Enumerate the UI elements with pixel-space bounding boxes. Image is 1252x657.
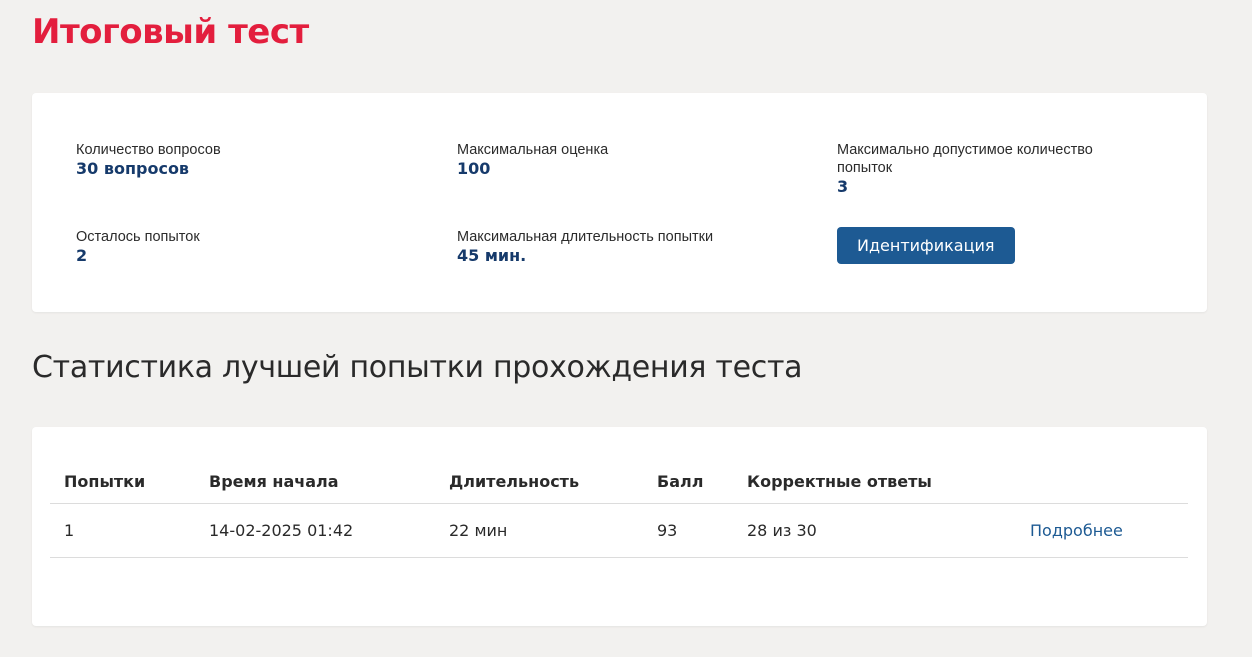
cell-start-time: 14-02-2025 01:42 [195,503,435,558]
max-duration: Максимальная длительность попытки 45 мин… [457,228,757,266]
max-score: Максимальная оценка 100 [457,141,757,179]
stats-section-title: Статистика лучшей попытки прохождения те… [32,350,803,385]
max-attempts: Максимально допустимое количество попыто… [837,141,1127,197]
column-header-start-time: Время начала [195,459,435,504]
column-header-correct-answers: Корректные ответы [733,459,1016,504]
max-score-label: Максимальная оценка [457,142,609,158]
questions-count-label: Количество вопросов [76,142,221,158]
test-info-card: Количество вопросов 30 вопросов Максимал… [32,93,1207,312]
remaining-attempts: Осталось попыток 2 [76,228,376,266]
table-header-row: Попытки Время начала Длительность Балл К… [50,459,1188,504]
questions-count: Количество вопросов 30 вопросов [76,141,376,179]
page-title: Итоговый тест [32,12,309,52]
details-link[interactable]: Подробнее [1030,521,1123,540]
stats-table: Попытки Время начала Длительность Балл К… [50,459,1188,558]
page: Итоговый тест Количество вопросов 30 воп… [0,0,1252,657]
column-header-attempts: Попытки [50,459,195,504]
max-duration-label: Максимальная длительность попытки [457,229,714,245]
max-attempts-value: 3 [837,177,849,196]
max-duration-value: 45 мин. [457,246,527,265]
cell-actions: Подробнее [1016,503,1188,558]
remaining-attempts-label: Осталось попыток [76,229,200,245]
identification-button[interactable]: Идентификация [837,227,1015,264]
max-attempts-label: Максимально допустимое количество попыто… [837,142,1093,176]
remaining-attempts-value: 2 [76,246,88,265]
questions-count-value: 30 вопросов [76,159,190,178]
column-header-actions [1016,459,1188,504]
max-score-value: 100 [457,159,491,178]
column-header-score: Балл [643,459,733,504]
cell-duration: 22 мин [435,503,643,558]
table-row: 1 14-02-2025 01:42 22 мин 93 28 из 30 По… [50,503,1188,558]
column-header-duration: Длительность [435,459,643,504]
cell-correct-answers: 28 из 30 [733,503,1016,558]
cell-score: 93 [643,503,733,558]
cell-attempt: 1 [50,503,195,558]
stats-card: Попытки Время начала Длительность Балл К… [32,427,1207,626]
